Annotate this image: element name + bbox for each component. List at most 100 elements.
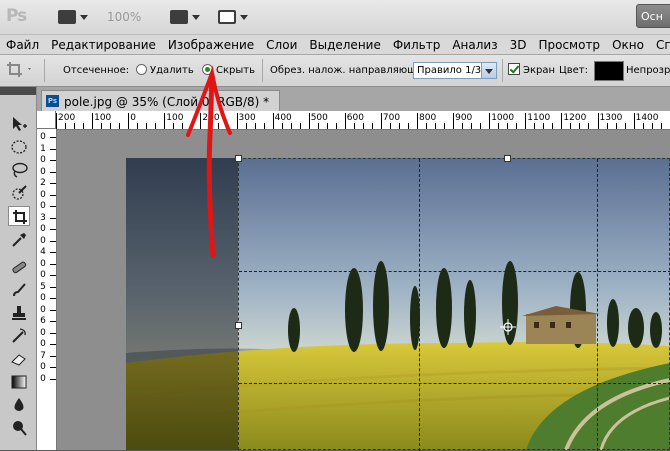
crop-handle-left[interactable] (235, 322, 242, 329)
history-brush-tool[interactable] (8, 326, 30, 346)
ruler-minor-tick (246, 123, 247, 129)
bridge-launch-button[interactable] (58, 8, 88, 26)
ruler-label: 1400 (636, 113, 659, 123)
gradient-tool[interactable] (8, 372, 30, 392)
ruler-tick (525, 113, 526, 129)
ruler-tick (50, 241, 56, 242)
ruler-minor-tick (471, 123, 472, 129)
ruler-minor-tick (570, 123, 571, 129)
ruler-label: 1300 (600, 113, 623, 123)
arrange-documents-button[interactable] (170, 8, 200, 26)
ruler-minor-tick (336, 123, 337, 129)
ruler-minor-tick (399, 123, 400, 129)
options-bar: Отсеченное: Удалить Скрыть Обрез. налож.… (0, 55, 670, 87)
ruler-label: 0 (130, 113, 136, 123)
ruler-tick (381, 113, 382, 129)
stamp-icon (10, 305, 28, 321)
ruler-tick (50, 344, 56, 345)
ruler-minor-tick (625, 123, 626, 129)
ruler-tick (50, 367, 56, 368)
ruler-tick (50, 172, 56, 173)
menu-3d[interactable]: 3D (504, 38, 533, 52)
ruler-origin[interactable] (37, 111, 56, 129)
brush-tool[interactable] (8, 280, 30, 300)
ruler-label: 0 (39, 294, 47, 303)
eraser-icon (10, 351, 28, 367)
tool-preset-picker[interactable] (4, 59, 34, 81)
menu-edit[interactable]: Редактирование (45, 38, 162, 52)
ruler-minor-tick (534, 123, 535, 129)
crop-tool[interactable] (8, 206, 30, 226)
ruler-minor-tick (661, 123, 662, 129)
menu-view[interactable]: Просмотр (532, 38, 606, 52)
workspace-switcher[interactable]: Осн (636, 4, 670, 28)
lasso-tool[interactable] (8, 160, 30, 180)
crop-handle-top[interactable] (504, 155, 511, 162)
ruler-tick (50, 195, 56, 196)
crop-guide-overlay-value: Правило 1/3 (417, 65, 481, 76)
ruler-tick (50, 183, 56, 184)
ruler-tick (50, 321, 56, 322)
shield-checkbox[interactable] (508, 63, 520, 75)
ruler-tick (164, 113, 165, 129)
crop-box[interactable] (238, 158, 670, 450)
marquee-tool[interactable] (8, 137, 30, 157)
ruler-tick (50, 137, 56, 138)
ruler-label: 700 (383, 113, 400, 123)
shield-color-swatch[interactable] (594, 61, 624, 81)
ruler-label: 0 (39, 306, 47, 315)
menu-window[interactable]: Окно (606, 38, 650, 52)
ruler-tick (50, 298, 56, 299)
dodge-tool[interactable] (8, 418, 30, 438)
vertical-ruler[interactable]: 0100200300400500600700 (37, 129, 57, 450)
chevron-down-icon (80, 15, 88, 20)
crop-center-icon[interactable] (500, 319, 516, 335)
ruler-tick (50, 275, 56, 276)
ruler-minor-tick (652, 123, 653, 129)
blur-tool[interactable] (8, 395, 30, 415)
eyedropper-tool[interactable] (8, 229, 30, 249)
chevron-down-icon (192, 15, 200, 20)
horizontal-ruler[interactable]: 2001000100200300400500600700800900100011… (56, 111, 670, 130)
thirds-guide-vertical (597, 159, 598, 451)
ruler-minor-tick (300, 123, 301, 129)
ruler-minor-tick (65, 123, 66, 129)
document-tab[interactable]: Ps pole.jpg @ 35% (Слой 0, RGB/8) * (41, 90, 280, 112)
quick-select-tool[interactable] (8, 183, 30, 203)
ruler-minor-tick (444, 123, 445, 129)
chevron-down-icon[interactable] (481, 63, 496, 78)
move-tool[interactable] (8, 114, 30, 134)
screen-mode-button[interactable] (218, 8, 248, 26)
brush-icon (10, 282, 28, 298)
ruler-minor-tick (255, 123, 256, 129)
ruler-minor-tick (462, 123, 463, 129)
ruler-minor-tick (390, 123, 391, 129)
menu-filter[interactable]: Фильтр (387, 38, 446, 52)
ruler-label: 2 (39, 179, 47, 188)
menu-analysis[interactable]: Анализ (446, 38, 503, 52)
quick-select-icon (10, 185, 28, 201)
ruler-label: 0 (39, 202, 47, 211)
ruler-minor-tick (607, 123, 608, 129)
menu-select[interactable]: Выделение (303, 38, 386, 52)
menu-image[interactable]: Изображение (162, 38, 260, 52)
ruler-label: 800 (419, 113, 436, 123)
photoshop-logo: Ps (6, 6, 26, 26)
ruler-minor-tick (74, 123, 75, 129)
menu-layers[interactable]: Слои (260, 38, 303, 52)
crop-guide-overlay-select[interactable]: Правило 1/3 (413, 62, 497, 79)
healing-tool[interactable] (8, 257, 30, 277)
water-drop-icon (10, 397, 28, 413)
ruler-label: 1 (39, 145, 47, 154)
stamp-tool[interactable] (8, 303, 30, 323)
ruler-minor-tick (318, 123, 319, 129)
delete-radio[interactable] (136, 64, 147, 75)
ruler-tick (50, 149, 56, 150)
ruler-label: 3 (39, 214, 47, 223)
zoom-level[interactable]: 100% (107, 10, 141, 24)
menu-help[interactable]: Спра (650, 38, 670, 52)
cropped-area-label: Отсеченное: (63, 65, 129, 76)
panel-grip[interactable] (0, 87, 36, 95)
menu-file[interactable]: Файл (0, 38, 45, 52)
eraser-tool[interactable] (8, 349, 30, 369)
